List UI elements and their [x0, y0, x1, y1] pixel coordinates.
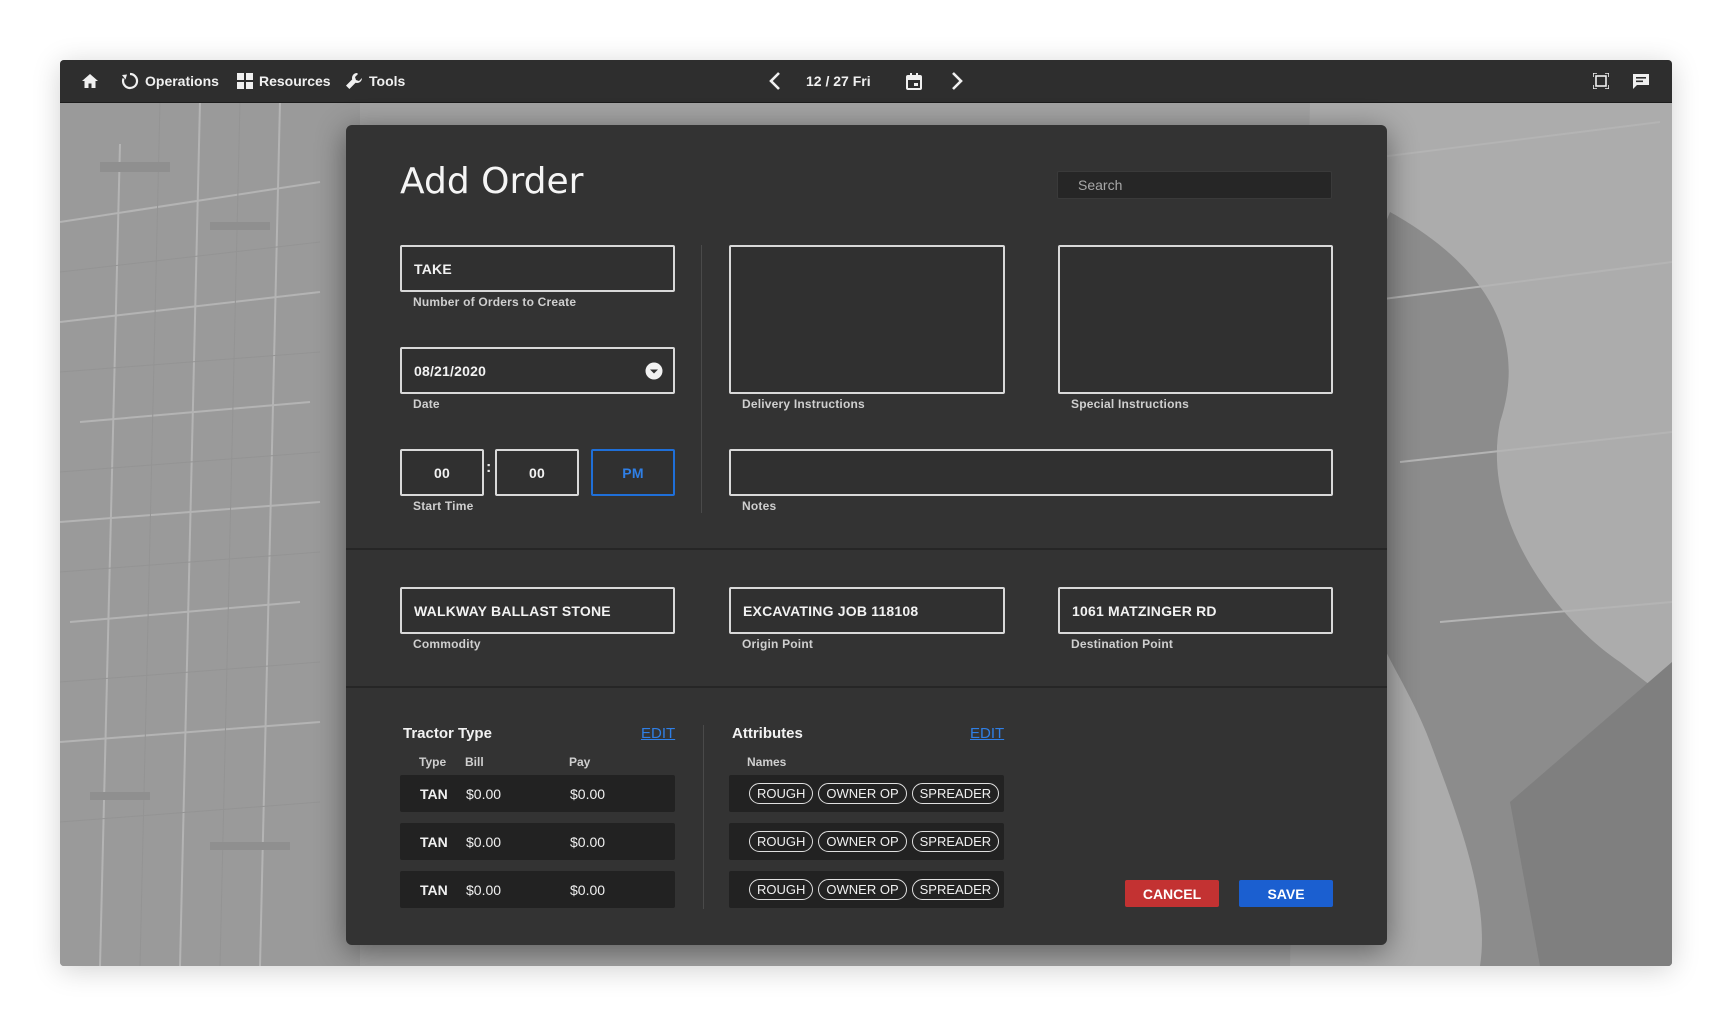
current-date-label: 12 / 27 Fri: [806, 73, 871, 89]
origin-point-label: Origin Point: [742, 637, 814, 651]
top-bar: Operations Resources Tools 12 / 27 Fri: [60, 60, 1672, 103]
refresh-icon: [121, 72, 139, 90]
tractor-pay-cell: $0.00: [570, 785, 606, 802]
chevron-left-icon: [769, 72, 780, 90]
attributes-row[interactable]: ROUGH OWNER OP SPREADER: [729, 871, 1004, 908]
date-label: Date: [413, 397, 440, 411]
section-divider: [346, 548, 1387, 550]
previous-day-button[interactable]: [768, 60, 782, 102]
resources-menu[interactable]: Resources: [237, 60, 331, 102]
attribute-chip[interactable]: SPREADER: [911, 783, 1000, 804]
date-value: 08/21/2020: [414, 362, 487, 379]
fullscreen-icon: [1593, 73, 1609, 89]
search-input[interactable]: [1057, 171, 1332, 199]
chevron-down-icon[interactable]: [645, 362, 663, 380]
cancel-button[interactable]: CANCEL: [1125, 880, 1219, 907]
attributes-edit-link[interactable]: EDIT: [970, 725, 1004, 742]
operations-label: Operations: [145, 73, 219, 89]
destination-point-label: Destination Point: [1071, 637, 1174, 651]
tractor-pay-cell: $0.00: [570, 833, 606, 850]
attribute-chip[interactable]: ROUGH: [749, 831, 814, 852]
start-minute-field[interactable]: 00: [495, 449, 579, 496]
orders-to-create-label: Number of Orders to Create: [413, 295, 577, 309]
column-divider: [701, 245, 702, 513]
attributes-row[interactable]: ROUGH OWNER OP SPREADER: [729, 775, 1004, 812]
pay-column-header: Pay: [569, 755, 591, 769]
commodity-field[interactable]: WALKWAY BALLAST STONE: [400, 587, 675, 634]
calendar-icon: [906, 72, 922, 90]
tractor-type-edit-link[interactable]: EDIT: [641, 725, 675, 742]
attribute-chip[interactable]: OWNER OP: [818, 831, 907, 852]
special-instructions-label: Special Instructions: [1071, 397, 1190, 411]
calendar-button[interactable]: [906, 60, 922, 102]
attributes-title: Attributes: [732, 725, 803, 742]
ampm-toggle[interactable]: PM: [591, 449, 675, 496]
tractor-bill-cell: $0.00: [466, 881, 502, 898]
tractor-row[interactable]: TAN $0.00 $0.00: [400, 871, 675, 908]
names-column-header: Names: [747, 755, 787, 769]
time-separator: :: [486, 459, 492, 476]
wrench-icon: [346, 73, 362, 89]
type-column-header: Type: [419, 755, 447, 769]
attribute-chip[interactable]: ROUGH: [749, 783, 814, 804]
start-hour-field[interactable]: 00: [400, 449, 484, 496]
app-window: Operations Resources Tools 12 / 27 Fri A…: [60, 60, 1672, 966]
notes-field[interactable]: [729, 449, 1333, 496]
tools-label: Tools: [369, 73, 406, 89]
delivery-instructions-label: Delivery Instructions: [742, 397, 865, 411]
notes-label: Notes: [742, 499, 777, 513]
home-button[interactable]: [81, 60, 99, 102]
fullscreen-button[interactable]: [1593, 60, 1609, 102]
add-order-dialog: Add Order TAKE Number of Orders to Creat…: [346, 125, 1387, 945]
destination-point-field[interactable]: 1061 MATZINGER RD: [1058, 587, 1333, 634]
orders-to-create-field[interactable]: TAKE: [400, 245, 675, 292]
operations-menu[interactable]: Operations: [121, 60, 219, 102]
dialog-title: Add Order: [400, 161, 584, 202]
origin-point-field[interactable]: EXCAVATING JOB 118108: [729, 587, 1005, 634]
messages-button[interactable]: [1632, 60, 1650, 102]
attribute-chip[interactable]: OWNER OP: [818, 783, 907, 804]
date-field[interactable]: 08/21/2020: [400, 347, 675, 394]
home-icon: [82, 74, 98, 88]
tractor-pay-cell: $0.00: [570, 881, 606, 898]
bill-column-header: Bill: [465, 755, 484, 769]
column-divider: [703, 725, 704, 909]
tractor-type-cell: TAN: [420, 833, 448, 850]
special-instructions-field[interactable]: [1058, 245, 1333, 394]
commodity-label: Commodity: [413, 637, 481, 651]
section-divider: [346, 686, 1387, 688]
tractor-row[interactable]: TAN $0.00 $0.00: [400, 775, 675, 812]
chat-icon: [1633, 73, 1649, 89]
attributes-row[interactable]: ROUGH OWNER OP SPREADER: [729, 823, 1004, 860]
grid-icon: [237, 73, 253, 89]
tractor-bill-cell: $0.00: [466, 785, 502, 802]
attribute-chip[interactable]: ROUGH: [749, 879, 814, 900]
attribute-chip[interactable]: SPREADER: [911, 879, 1000, 900]
tools-menu[interactable]: Tools: [345, 60, 405, 102]
attribute-chip[interactable]: SPREADER: [911, 831, 1000, 852]
next-day-button[interactable]: [950, 60, 964, 102]
tractor-bill-cell: $0.00: [466, 833, 502, 850]
delivery-instructions-field[interactable]: [729, 245, 1005, 394]
resources-label: Resources: [259, 73, 331, 89]
chevron-right-icon: [952, 72, 963, 90]
save-button[interactable]: SAVE: [1239, 880, 1333, 907]
tractor-type-cell: TAN: [420, 785, 448, 802]
start-time-label: Start Time: [413, 499, 474, 513]
attribute-chip[interactable]: OWNER OP: [818, 879, 907, 900]
tractor-type-title: Tractor Type: [403, 725, 492, 742]
tractor-row[interactable]: TAN $0.00 $0.00: [400, 823, 675, 860]
tractor-type-cell: TAN: [420, 881, 448, 898]
